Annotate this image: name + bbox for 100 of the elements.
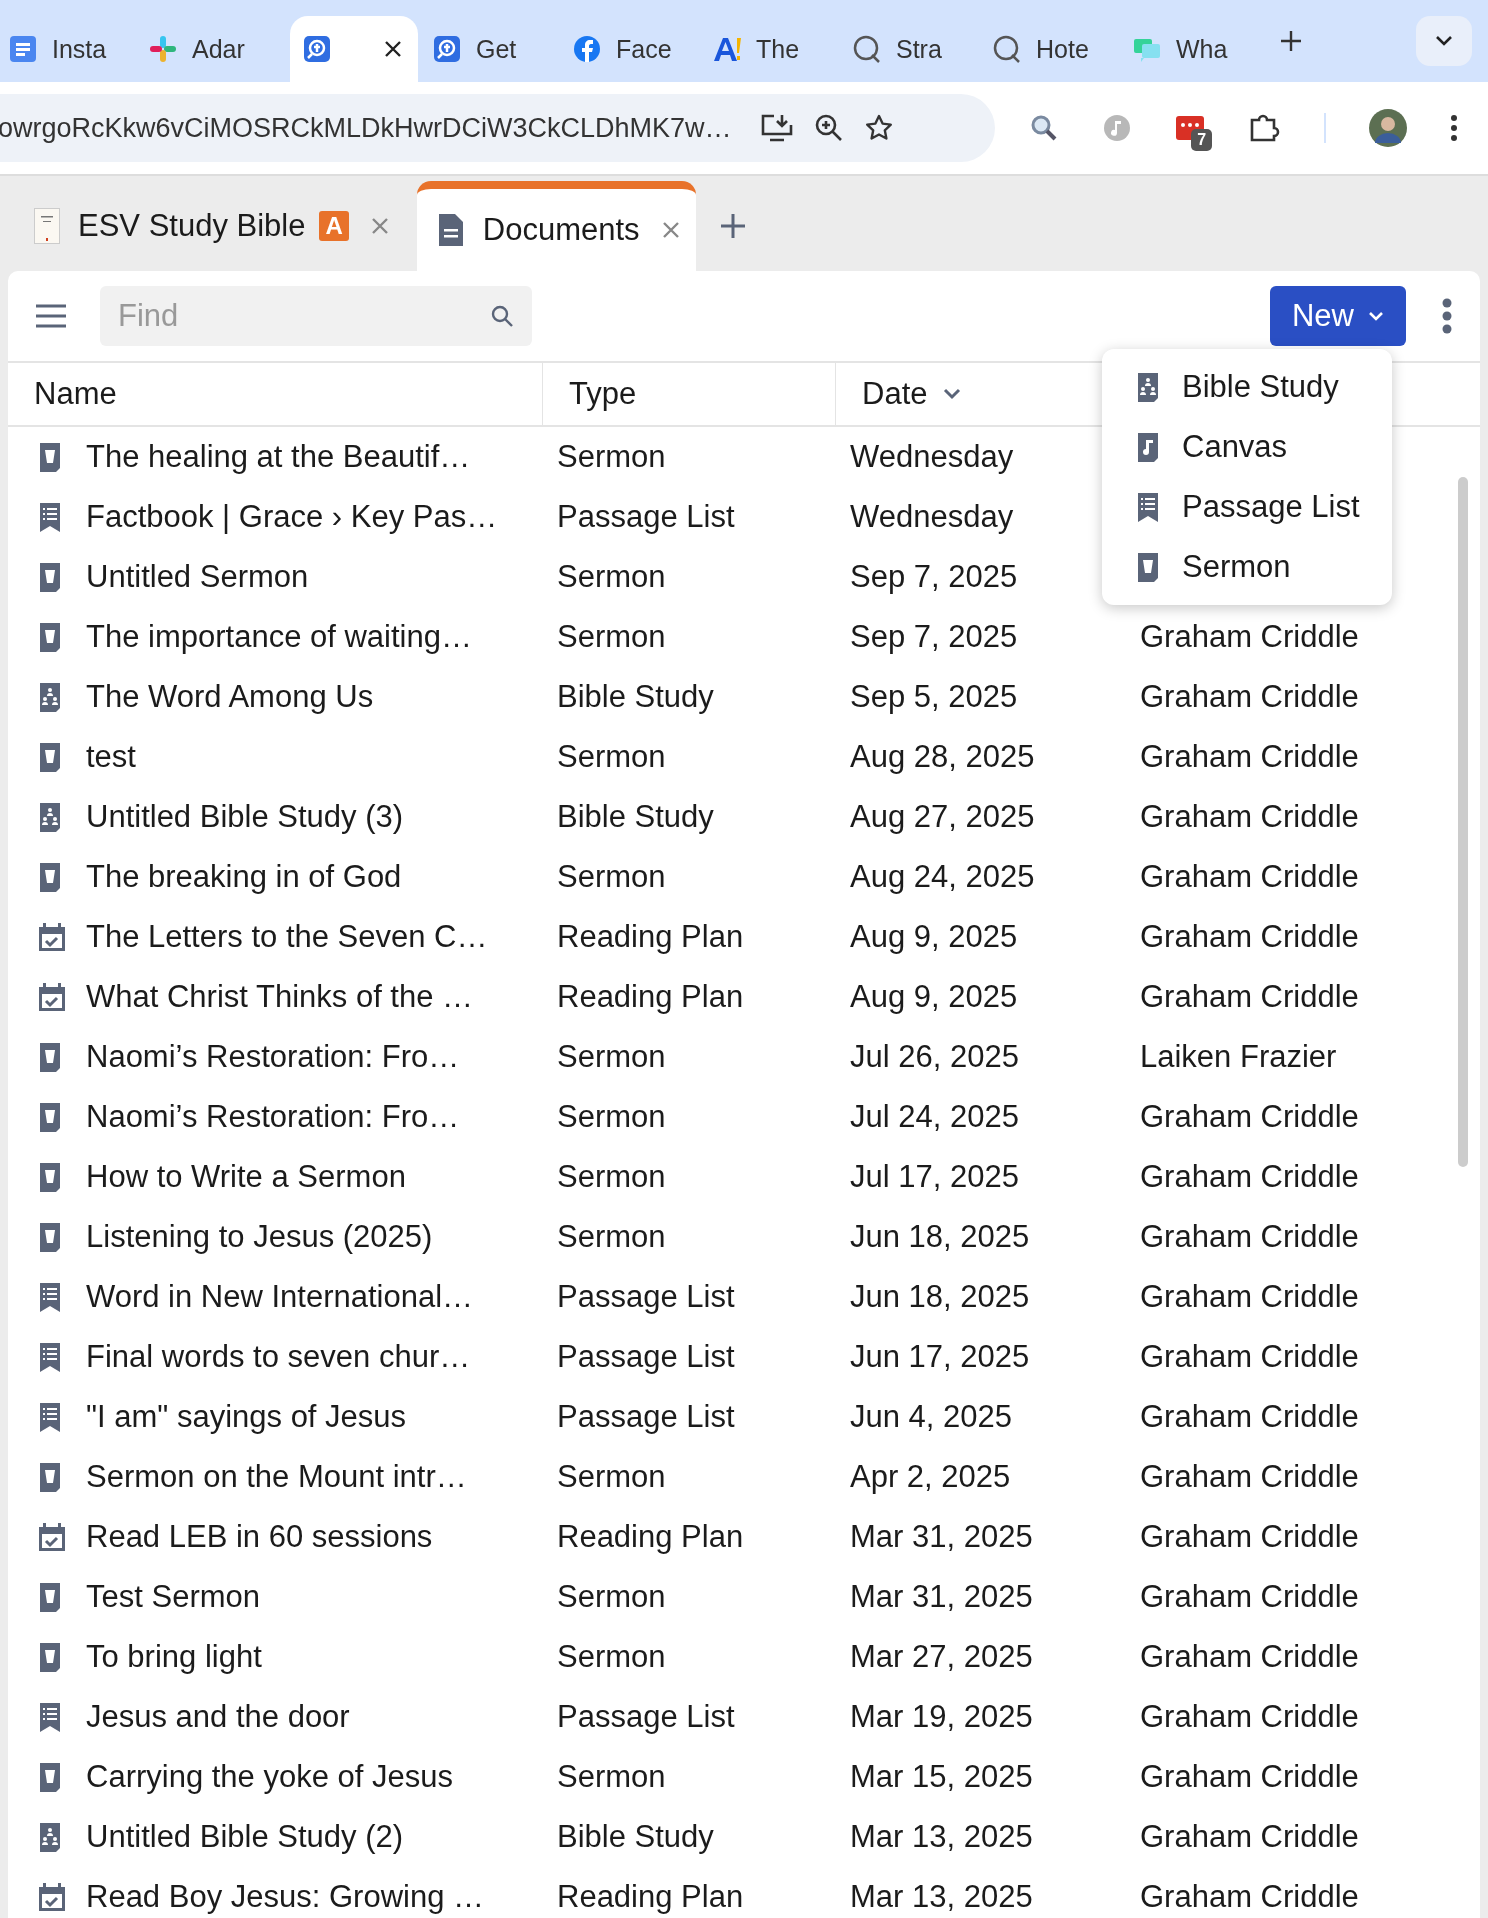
document-name[interactable]: Jesus and the door [86,1699,350,1735]
close-icon[interactable] [384,40,402,58]
owner-cell: Graham Criddle [1140,919,1359,955]
book-cover-icon [34,208,60,244]
browser-tab[interactable]: Stra [850,16,990,82]
owner-cell: Graham Criddle [1140,1279,1359,1315]
owner-cell: Graham Criddle [1140,619,1359,655]
tab-title: Hote [1036,34,1089,64]
date-cell: Aug 9, 2025 [850,919,1018,955]
q-logo-icon [992,34,1022,64]
search-field[interactable]: Find [100,286,532,346]
type-cell: Reading Plan [557,919,744,955]
document-name[interactable]: Untitled Bible Study (3) [86,799,404,835]
date-cell: Jun 4, 2025 [850,1399,1013,1435]
new-button[interactable]: New [1270,286,1406,346]
date-cell: Wednesday [850,499,1014,535]
document-name[interactable]: Factbook | Grace › Key Pas… [86,499,498,535]
document-name[interactable]: How to Write a Sermon [86,1159,406,1195]
type-cell: Bible Study [557,1819,714,1855]
document-name[interactable]: Carrying the yoke of Jesus [86,1759,453,1795]
menu-item[interactable]: Sermon [1102,537,1392,597]
tab-title: The [756,34,800,64]
calendar-check-icon [38,921,66,953]
document-name[interactable]: Test Sermon [86,1579,260,1615]
date-cell: Sep 5, 2025 [850,679,1018,715]
date-cell: Aug 28, 2025 [850,739,1035,775]
date-cell: Aug 27, 2025 [850,799,1035,835]
browser-tab[interactable]: The [710,16,850,82]
document-name[interactable]: Read Boy Jesus: Growing … [86,1879,484,1915]
document-name[interactable]: Final words to seven chur… [86,1339,471,1375]
chevron-down-icon [1368,311,1384,321]
plus-icon[interactable] [719,213,746,239]
column-header[interactable]: Name [8,363,543,425]
document-name[interactable]: What Christ Thinks of the … [86,979,474,1015]
owner-cell: Graham Criddle [1140,859,1359,895]
owner-cell: Graham Criddle [1140,1759,1359,1795]
tab-title: Face [616,34,672,64]
document-name[interactable]: To bring light [86,1639,262,1675]
date-cell: Aug 24, 2025 [850,859,1035,895]
puzzle-icon[interactable] [1248,112,1281,144]
owner-cell: Graham Criddle [1140,1099,1359,1135]
avatar-icon[interactable] [1368,109,1407,147]
browser-tab[interactable]: Adar [146,16,286,82]
scrollbar-thumb[interactable] [1458,477,1468,1167]
more-icon[interactable] [1449,114,1458,142]
document-name[interactable]: The Letters to the Seven C… [86,919,488,955]
calendar-check-icon [38,1881,66,1913]
document-name[interactable]: test [86,739,136,775]
document-tab[interactable]: ESV Study Bible A [20,181,407,271]
browser-tab[interactable]: Get [430,16,570,82]
owner-cell: Graham Criddle [1140,1399,1359,1435]
document-name[interactable]: The Word Among Us [86,679,374,715]
browser-tab[interactable]: Insta [6,16,146,82]
zoom-icon[interactable] [813,113,844,143]
document-name[interactable]: Sermon on the Mount intr… [86,1459,467,1495]
calendar-check-icon [38,981,66,1013]
more-icon[interactable] [1442,298,1452,334]
browser-tab[interactable]: Face [570,16,710,82]
type-cell: Sermon [557,739,666,775]
document-name[interactable]: Word in New International… [86,1279,474,1315]
f-logo-icon [572,34,602,64]
owner-cell: Graham Criddle [1140,1339,1359,1375]
document-name[interactable]: Listening to Jesus (2025) [86,1219,433,1255]
search-icon[interactable] [490,304,514,328]
star-icon[interactable] [863,113,894,143]
magnifier-icon[interactable] [1029,113,1059,143]
type-cell: Passage List [557,499,735,535]
document-name[interactable]: "I am" sayings of Jesus [86,1399,407,1435]
url-text: owrgoRcKkw6vCiMOSRCkMLDkHwrDCiW3CkCLDhMK7w… [0,112,732,144]
install-icon[interactable] [759,113,794,143]
type-cell: Sermon [557,1759,666,1795]
owner-cell: Graham Criddle [1140,1639,1359,1675]
document-name[interactable]: The importance of waiting… [86,619,472,655]
browser-tab[interactable] [290,16,418,82]
date-cell: Mar 13, 2025 [850,1819,1033,1855]
document-name[interactable]: Naomi’s Restoration: Fro… [86,1039,460,1075]
date-cell: Mar 19, 2025 [850,1699,1033,1735]
type-cell: Passage List [557,1339,735,1375]
document-tab[interactable]: Documents [416,181,696,271]
type-cell: Sermon [557,1579,666,1615]
document-name[interactable]: Read LEB in 60 sessions [86,1519,433,1555]
type-cell: Passage List [557,1699,735,1735]
tab-title: Stra [896,34,942,64]
document-name[interactable]: Untitled Bible Study (2) [86,1819,404,1855]
browser-tab[interactable]: Wha [1130,16,1270,82]
search-cross-icon [432,34,462,64]
menu-item[interactable]: Passage List [1102,477,1392,537]
browser-tab[interactable]: Hote [990,16,1130,82]
document-name[interactable]: Untitled Sermon [86,559,309,595]
plus-icon[interactable] [1280,30,1302,52]
address-bar[interactable]: owrgoRcKkw6vCiMOSRCkMLDkHwrDCiW3CkCLDhMK7w… [0,94,995,162]
document-name[interactable]: Naomi’s Restoration: Fro… [86,1099,460,1135]
menu-icon[interactable] [34,303,68,329]
date-cell: Mar 27, 2025 [850,1639,1033,1675]
type-cell: Sermon [557,1159,666,1195]
document-name[interactable]: The healing at the Beautif… [86,439,471,475]
hash-logo-icon [148,34,178,64]
date-cell: Jul 24, 2025 [850,1099,1019,1135]
document-name[interactable]: The breaking in of God [86,859,402,895]
column-header[interactable]: Type [543,363,836,425]
